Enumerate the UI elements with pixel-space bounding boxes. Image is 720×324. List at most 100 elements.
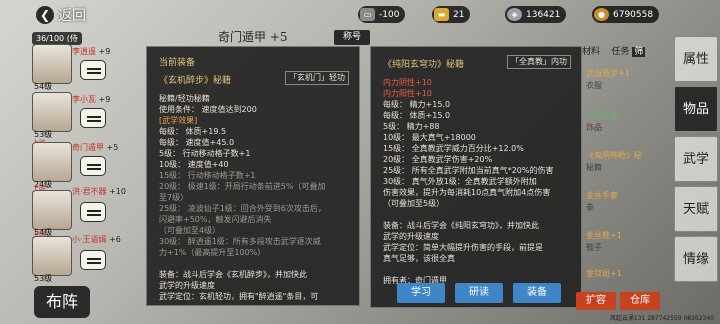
avatar [32,142,72,182]
effect-line: 5级： 行动移动格子数+1 [159,149,251,158]
sect-tag: 「玄机门」轻功 [285,71,349,85]
effect-line: 10级： 最大真气+18000 [383,133,476,142]
tab-martial-arts[interactable]: 武学 [674,136,718,182]
resource-value: 136421 [526,9,561,20]
item-name: 大理玉宝 [586,111,618,120]
tab-talents[interactable]: 天赋 [674,186,718,232]
hero-card-5[interactable]: 53级 [32,236,76,283]
effect-line: 30级： 真气外放1级：全真教武学额外附加 [383,177,537,186]
resource-value: -100 [379,9,400,20]
learn-button[interactable]: 学习 [397,283,445,303]
ticket-icon: ▭ [360,8,375,21]
list-item[interactable]: 大理玉宝 饰品 [586,110,662,134]
team-count-suffix: (侍 [66,34,78,43]
hero-name-text: 李小瓦 [72,95,96,104]
back-button[interactable]: ❮ 返回 [36,3,86,27]
effect-line: 30级： 醉逍遥1级：所有多段攻击武学逐次威 [159,237,321,246]
inventory-subtabs: 材料 任务 筛 [582,44,646,57]
avatar [32,190,72,230]
team-count-value: 36/100 [36,34,65,43]
resource-coin: ● 6790558 [592,6,660,23]
item-name: 金丝手套 [586,191,618,200]
chat-bubble-icon[interactable] [80,202,106,222]
effect-line: 内力阴性+10 [383,78,432,87]
effect-line: 武学定位：玄机轻功，拥有"醉逍遥"条目，可 [159,292,319,301]
effect-line: 秘籍/轻功秘籍 [159,94,210,103]
effect-line: 真气足够，该很全真 [383,254,455,263]
effect-line: 装备：战斗后学会《玄机醉步》，并加快此 [159,270,307,279]
tab-materials[interactable]: 材料 [582,47,600,57]
resource-value: 6790558 [613,9,654,20]
item-name: 金钗斑+1 [586,269,622,278]
hero-level: 54级 [34,82,53,91]
footer-info: 风起云涌131 287742559 08262340 [609,315,714,322]
effect-line: 25级： 凌波仙子1级：回合外受到6次攻击后， [159,204,326,213]
hero-name-text: 奇门遁甲 [72,143,104,152]
equip-button[interactable]: 装备 [513,283,561,303]
hero-plus: +9 [98,47,111,56]
list-item[interactable]: 金钗斑+1 [586,268,662,292]
list-item[interactable]: 《鬼阴神枪》秘 秘籍 [586,150,662,174]
sect-tag: 「全真教」内功 [507,55,571,69]
effect-line: 每级： 精力+15.0 [383,100,451,109]
hero-plus: +6 [109,235,121,244]
tab-relationships[interactable]: 情缘 [674,236,718,282]
effect-line: [武学效果] [159,116,198,125]
chat-bubble-icon[interactable] [80,250,106,270]
hero-name-text: 洪·君不器 [72,187,107,196]
silver-icon: ◈ [507,8,522,21]
effect-line: （可叠加至4级） [159,226,221,235]
tab-items[interactable]: 物品 [674,86,718,132]
hero-card-2[interactable]: 53级 [32,92,76,139]
hero-name: 奇门遁甲 +5 [72,142,118,153]
tab-title[interactable]: 称号 [334,30,370,45]
book-name: 《玄机醉步》秘籍 [159,76,232,86]
item-type: 秘籍 [586,163,602,172]
effect-line: 每级： 体质+19.5 [159,127,227,136]
back-arrow-icon: ❮ [36,6,54,24]
chat-bubble-icon[interactable] [80,60,106,80]
filter-button[interactable]: 筛 [632,47,646,57]
equipped-book-panel: 当前装备 《玄机醉步》秘籍 「玄机门」轻功 秘籍/轻功秘籍 使用条件： 速度值达到… [146,46,360,306]
effect-line: 15级： 行动移动格子数+1 [159,171,256,180]
hero-name: 李逍遥 +9 [72,46,110,57]
chat-bubble-icon[interactable] [80,156,106,176]
study-button[interactable]: 研读 [455,283,503,303]
item-name: 金丝鞋+1 [586,231,622,240]
effect-line: 20级： 极速1级：开局行动条前进5%（可叠加 [159,182,326,191]
effect-line: 25级： 所有全真武学附加当前真气*20%的伤害 [383,166,554,175]
effect-line: 力+1%（最高提升至100%） [159,248,266,257]
tab-attributes[interactable]: 属性 [674,36,718,82]
effect-line: 每级： 体质+15.0 [383,111,451,120]
formation-button[interactable]: 布阵 [34,286,90,318]
effect-line: 15级： 全真教武学威力百分比+12.0% [383,144,524,153]
coin-icon: ● [594,8,609,21]
warehouse-button[interactable]: 仓库 [620,292,660,310]
hero-name: 小·王语嫣 +6 [72,234,121,245]
hero-plus: +10 [109,187,126,196]
list-item[interactable]: 武当悬步+1 衣服 [586,68,662,92]
list-item[interactable]: 金丝手套 拳 [586,190,662,214]
avatar [32,44,72,84]
panel-heading: 当前装备 [159,58,196,68]
hero-card-4[interactable]: 54级 [32,190,76,237]
item-type: 衣服 [586,81,602,90]
list-item[interactable]: 金丝鞋+1 鞋子 [586,230,662,254]
resource-gold: ▬ 21 [432,6,471,23]
hero-card-1[interactable]: 54级 [32,44,76,91]
resource-silver: ◈ 136421 [505,6,567,23]
expand-button[interactable]: 扩容 [576,292,616,310]
side-nav: 属性 物品 武学 天赋 情缘 [670,36,720,316]
hero-plus: +5 [106,143,119,152]
avatar [32,92,72,132]
tab-quests[interactable]: 任务 [611,47,629,57]
effect-line: 装备：战斗后学会《纯阳玄穹功》，并加快此 [383,221,539,230]
hero-level: 53级 [34,274,53,283]
resource-value: 21 [453,9,465,20]
hero-card-3[interactable]: 24级 [32,142,76,189]
hero-name-text: 李逍遥 [72,47,96,56]
effect-line: 武学定位：简单大幅提升伤害的手段，前提是 [383,243,543,252]
effect-line: 武学的升级速度 [159,281,215,290]
hero-name: 洪·君不器 +10 [72,186,126,197]
chat-bubble-icon[interactable] [80,108,106,128]
